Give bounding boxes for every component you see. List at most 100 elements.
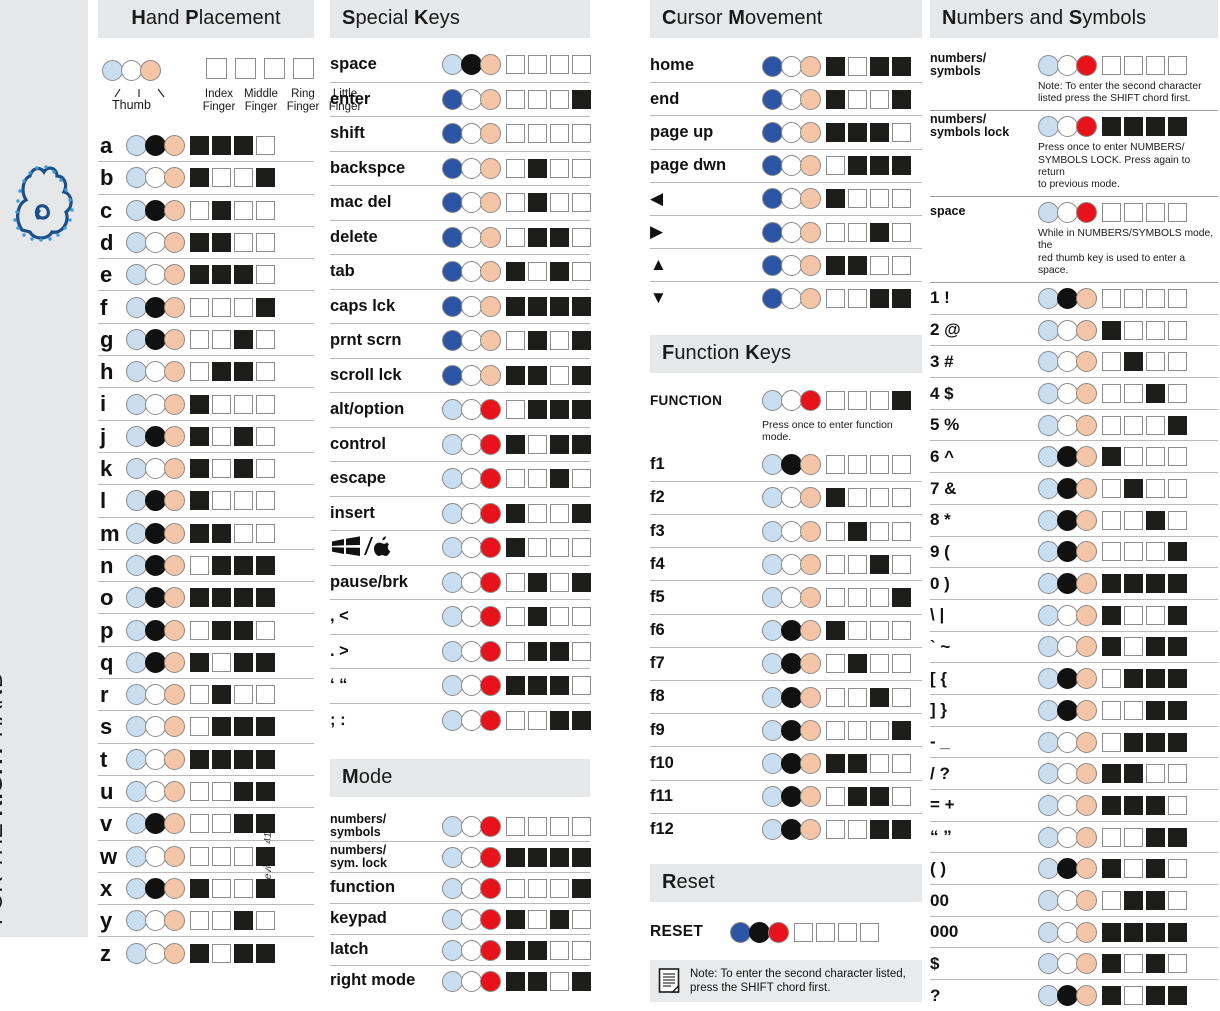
finger-key-1 <box>506 124 525 144</box>
thumb-key-1 <box>762 752 783 774</box>
column-cursor-function-reset: Cursor Movement home end page up page dwn ◀ ▶… <box>650 0 922 1003</box>
finger-key-1 <box>826 89 845 109</box>
chord-diagram <box>442 537 594 559</box>
finger-key-4 <box>256 523 275 543</box>
finger-key-3 <box>234 749 253 769</box>
thumb-key-1 <box>1038 699 1059 721</box>
thumb-key-1 <box>126 232 147 254</box>
thumb-key-2 <box>781 719 802 741</box>
key-row: escape <box>330 462 591 497</box>
thumb-key-3 <box>480 675 501 697</box>
finger-key-3 <box>870 753 889 773</box>
finger-key-2 <box>1124 890 1143 910</box>
row-label: f6 <box>650 621 665 640</box>
chord-diagram <box>442 502 594 524</box>
numbers-mode-header: space While in NUMBERS/SYMBOLS mode, the … <box>930 197 1218 284</box>
finger-key-2 <box>212 814 231 834</box>
finger-keys <box>506 572 594 592</box>
finger-key-1 <box>190 394 209 414</box>
thumb-key-3 <box>800 454 821 476</box>
finger-keys <box>1102 954 1190 974</box>
key-row: ‘ “ <box>330 669 591 704</box>
finger-key-2 <box>1124 795 1143 815</box>
thumb-key-2 <box>461 502 482 524</box>
thumb-key-3 <box>800 686 821 708</box>
thumb-key-3 <box>800 487 821 509</box>
finger-key-2 <box>212 523 231 543</box>
thumb-key-2 <box>781 686 802 708</box>
finger-key-1 <box>1102 637 1121 657</box>
finger-key-3 <box>870 89 889 109</box>
row-label: h <box>100 359 114 385</box>
thumb-key-1 <box>1038 763 1059 785</box>
thumb-key-1 <box>442 192 463 214</box>
finger-key-3 <box>234 168 253 188</box>
thumb-key-3 <box>480 157 501 179</box>
finger-key-4 <box>892 288 911 308</box>
thumb-key-2 <box>145 748 166 770</box>
key-row: 7 & <box>930 473 1218 505</box>
finger-key-3 <box>550 971 569 991</box>
finger-key-3 <box>1146 669 1165 689</box>
finger-key-4 <box>572 400 591 420</box>
chord-diagram <box>1038 889 1190 911</box>
thumb-key-2 <box>145 522 166 544</box>
finger-key-1 <box>190 652 209 672</box>
finger-key-3 <box>234 265 253 285</box>
finger-key-1 <box>190 265 209 285</box>
thumb-keys <box>1038 201 1097 223</box>
finger-key-1 <box>1102 922 1121 942</box>
finger-key-2 <box>1124 55 1143 75</box>
thumb-keys <box>126 716 185 738</box>
thumb-key-2 <box>1057 414 1078 436</box>
finger-keys <box>190 426 278 446</box>
chord-diagram <box>442 939 594 961</box>
finger-key-2 <box>212 136 231 156</box>
key-row: home <box>650 50 922 84</box>
finger-keys <box>826 820 914 840</box>
finger-key-1 <box>190 911 209 931</box>
finger-key-2 <box>848 521 867 541</box>
finger-key-3 <box>550 847 569 867</box>
chord-diagram <box>126 199 278 221</box>
row-label: k <box>100 456 113 482</box>
finger-keys <box>1102 574 1190 594</box>
chord-diagram <box>126 716 278 738</box>
finger-key-4 <box>892 156 911 176</box>
row-label: RESET <box>650 922 704 940</box>
finger-key-2 <box>528 55 547 75</box>
legend-finger-name-1: Index Finger <box>202 88 236 113</box>
key-row: l <box>98 485 314 518</box>
chord-diagram <box>1038 826 1190 848</box>
chord-diagram <box>762 686 914 708</box>
finger-key-4 <box>293 58 314 79</box>
thumb-key-2 <box>1057 604 1078 626</box>
finger-key-3 <box>550 193 569 213</box>
finger-keys <box>1102 986 1190 1005</box>
finger-key-4 <box>256 814 275 834</box>
finger-key-4 <box>572 434 591 454</box>
finger-key-2 <box>528 676 547 696</box>
key-row: u <box>98 776 314 809</box>
key-row: 3 # <box>930 346 1218 379</box>
finger-key-4 <box>860 922 879 942</box>
key-row: ] } <box>930 695 1218 727</box>
finger-keys <box>190 556 278 575</box>
thumb-key-1 <box>442 330 463 352</box>
finger-key-4 <box>256 717 275 737</box>
thumb-key-1 <box>442 502 463 524</box>
finger-key-1 <box>190 362 209 382</box>
finger-keys <box>506 641 594 661</box>
thumb-key-2 <box>461 815 482 837</box>
finger-key-2 <box>212 652 231 672</box>
finger-keys <box>506 227 594 247</box>
key-row: numbers/ sym. lock <box>330 842 591 873</box>
reset-row: RESET <box>650 916 922 948</box>
finger-key-3 <box>1146 202 1165 222</box>
finger-key-2 <box>1124 637 1143 657</box>
chord-diagram <box>762 55 914 77</box>
chord-diagram <box>442 908 594 930</box>
finger-key-1 <box>190 200 209 220</box>
key-row: m <box>98 518 314 550</box>
finger-keys <box>190 878 278 898</box>
